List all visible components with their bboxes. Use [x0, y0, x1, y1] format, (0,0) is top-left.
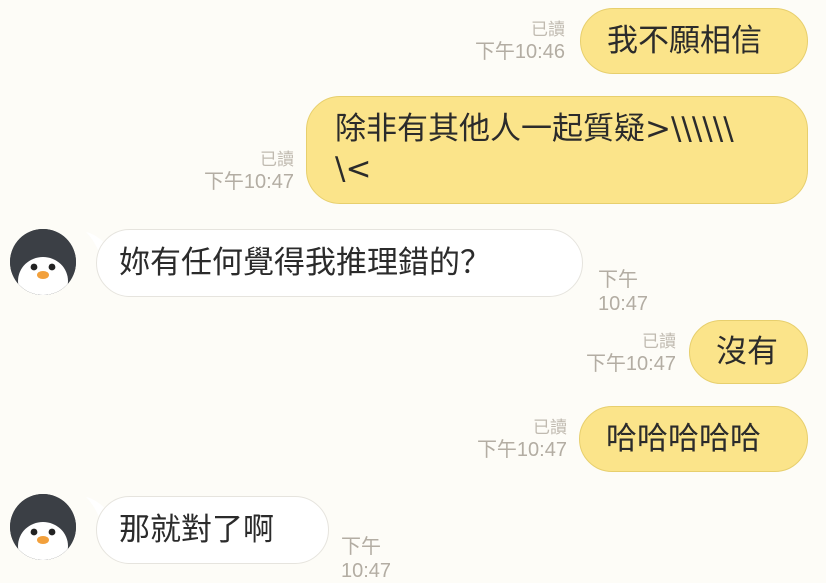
message-time: 下午10:47 — [585, 353, 676, 375]
read-receipt: 已讀 — [533, 418, 567, 437]
message-meta: 已讀 下午10:46 — [440, 20, 565, 64]
message-bubble[interactable]: 我不願相信 — [580, 8, 808, 74]
penguin-icon[interactable] — [10, 494, 76, 560]
read-receipt: 已讀 — [531, 20, 565, 39]
read-receipt: 已讀 — [260, 150, 294, 169]
message-time: 下午10:46 — [474, 41, 565, 63]
message-bubble[interactable]: 妳有任何覺得我推理錯的？ — [96, 229, 583, 297]
message-meta: 已讀 下午10:47 — [170, 150, 294, 194]
message-time: 下午10:47 — [598, 269, 649, 315]
message-bubble[interactable]: 那就對了啊 — [96, 496, 329, 564]
message-time: 下午10:47 — [476, 439, 567, 461]
message-time: 下午10:47 — [203, 171, 294, 193]
read-receipt: 已讀 — [642, 332, 676, 351]
message-bubble[interactable]: 哈哈哈哈哈 — [579, 406, 808, 472]
message-meta: 已讀 下午10:47 — [440, 418, 567, 462]
penguin-icon[interactable] — [10, 229, 76, 295]
message-meta: 已讀 下午10:47 — [550, 332, 676, 376]
message-time: 下午10:47 — [341, 536, 392, 582]
message-bubble[interactable]: 沒有 — [689, 320, 808, 384]
message-bubble[interactable]: 除非有其他人一起質疑>\\\\\\ \< — [306, 96, 808, 204]
